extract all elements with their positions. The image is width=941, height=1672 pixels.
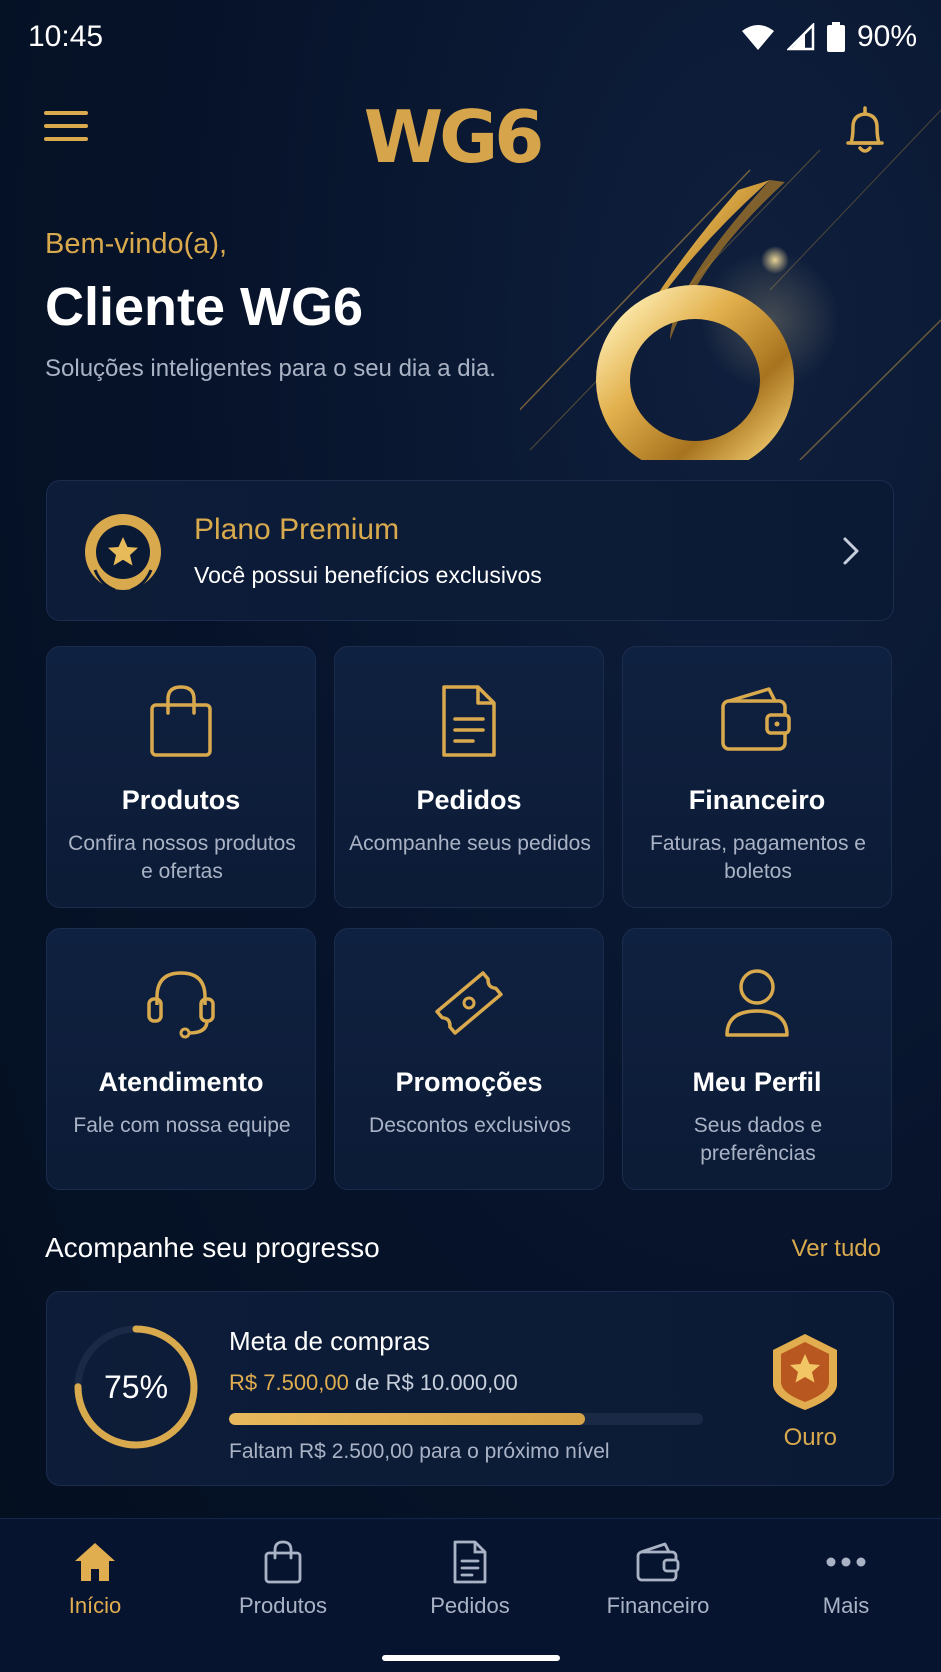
app-screen: 10:45 90% WG6 Bem-vindo(a), Cliente WG6 … — [0, 0, 941, 1672]
tile-title: Atendimento — [98, 1067, 264, 1097]
goal-remaining-text: Faltam R$ 2.500,00 para o próximo nível — [229, 1440, 610, 1463]
goal-amounts: R$ 7.500,00 de R$ 10.000,00 — [229, 1370, 518, 1396]
status-bar: 10:45 90% — [0, 0, 941, 80]
nav-item-mais[interactable]: Mais — [766, 1537, 926, 1627]
wallet-icon — [721, 687, 791, 751]
hero-tagline: Soluções inteligentes para o seu dia a d… — [45, 355, 496, 382]
tile-description: Descontos exclusivos — [369, 1114, 571, 1137]
chevron-right-icon — [843, 537, 859, 565]
tile-produtos[interactable]: Produtos Confira nossos produtos e ofert… — [46, 646, 316, 908]
wallet-icon — [636, 1542, 680, 1582]
nav-item-inicio[interactable]: Início — [15, 1537, 175, 1627]
goal-progress-fill — [229, 1413, 585, 1425]
bottom-navigation: Início Produtos Pedidos Financeiro Mais — [0, 1518, 941, 1672]
tile-title: Promoções — [395, 1067, 543, 1097]
status-time: 10:45 — [28, 20, 104, 53]
nav-item-financeiro[interactable]: Financeiro — [578, 1537, 738, 1627]
ticket-icon — [435, 971, 503, 1035]
status-icons: 90% — [741, 20, 917, 54]
premium-medal-icon — [85, 514, 161, 592]
goal-progress-bar — [229, 1413, 703, 1425]
shopping-bag-icon — [150, 685, 212, 757]
nav-label: Mais — [822, 1593, 870, 1618]
tile-meu-perfil[interactable]: Meu Perfil Seus dados e preferências — [622, 928, 892, 1190]
nav-item-produtos[interactable]: Produtos — [203, 1537, 363, 1627]
goal-target-amount: R$ 10.000,00 — [385, 1370, 518, 1395]
hero-section: Bem-vindo(a), Cliente WG6 Soluções intel… — [0, 109, 941, 460]
tile-title: Produtos — [121, 785, 241, 815]
tile-description: Acompanhe seus pedidos — [349, 832, 591, 855]
user-icon — [725, 969, 789, 1037]
tile-description: Faturas, pagamentos e boletos — [650, 832, 866, 883]
more-icon — [826, 1557, 866, 1567]
tier-label: Ouro — [783, 1424, 837, 1451]
shopping-bag-icon — [264, 1540, 302, 1584]
home-icon — [75, 1543, 115, 1581]
tile-title: Meu Perfil — [692, 1067, 822, 1097]
nav-label: Início — [68, 1593, 122, 1618]
document-icon — [453, 1540, 487, 1584]
tile-financeiro[interactable]: Financeiro Faturas, pagamentos e boletos — [622, 646, 892, 908]
see-all-link[interactable]: Ver tudo — [792, 1235, 881, 1263]
nav-item-pedidos[interactable]: Pedidos — [390, 1537, 550, 1627]
goal-separator: de — [348, 1370, 386, 1395]
premium-subtitle: Você possui benefícios exclusivos — [194, 562, 542, 588]
logo-text: WG6 — [363, 95, 545, 179]
goal-current-amount: R$ 7.500,00 — [229, 1370, 349, 1395]
home-indicator[interactable] — [382, 1655, 560, 1661]
tile-title: Financeiro — [688, 785, 826, 815]
welcome-text: Bem-vindo(a), — [45, 228, 228, 260]
premium-title: Plano Premium — [194, 513, 400, 546]
purchase-goal-card[interactable]: 75% Meta de compras R$ 7.500,00 de R$ 10… — [46, 1291, 894, 1486]
progress-percent: 75% — [103, 1368, 169, 1405]
golden-six-illustration — [520, 109, 941, 460]
nav-label: Pedidos — [430, 1593, 510, 1618]
tile-title: Pedidos — [416, 785, 522, 815]
premium-plan-card[interactable]: Plano Premium Você possui benefícios exc… — [46, 480, 894, 621]
gold-tier-badge-icon — [773, 1334, 837, 1410]
battery-percent: 90% — [856, 20, 917, 53]
nav-label: Financeiro — [606, 1593, 710, 1618]
battery-icon — [826, 22, 845, 52]
hamburger-menu-icon[interactable] — [44, 111, 88, 151]
headset-icon — [147, 971, 215, 1039]
nav-label: Produtos — [238, 1593, 328, 1618]
tile-description: Fale com nossa equipe — [73, 1114, 291, 1137]
client-name: Cliente WG6 — [45, 277, 364, 337]
cellular-signal-icon — [786, 23, 815, 51]
wifi-icon — [741, 25, 774, 50]
tile-pedidos[interactable]: Pedidos Acompanhe seus pedidos — [334, 646, 604, 908]
document-icon — [442, 685, 496, 757]
goal-title: Meta de compras — [229, 1326, 430, 1356]
tile-description: Confira nossos produtos e ofertas — [68, 832, 296, 883]
tile-promocoes[interactable]: Promoções Descontos exclusivos — [334, 928, 604, 1190]
tile-atendimento[interactable]: Atendimento Fale com nossa equipe — [46, 928, 316, 1190]
progress-section-title: Acompanhe seu progresso — [45, 1232, 380, 1263]
tile-description: Seus dados e preferências — [693, 1114, 823, 1165]
